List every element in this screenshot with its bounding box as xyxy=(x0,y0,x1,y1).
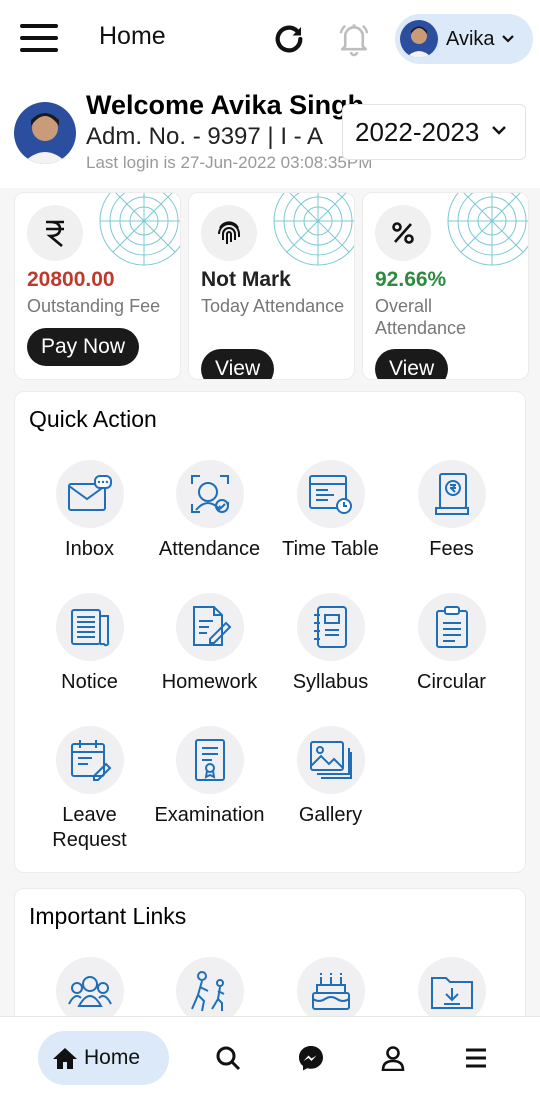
bottom-navigation: Home xyxy=(0,1016,540,1096)
chevron-down-icon xyxy=(491,123,507,141)
quick-action-label: Circular xyxy=(417,671,486,693)
user-menu-chip[interactable]: Avika xyxy=(395,14,533,64)
quick-action-label: Fees xyxy=(429,538,474,560)
circular-icon xyxy=(417,593,486,661)
hiking-icon xyxy=(175,957,244,1025)
today-attendance-view-button[interactable]: View xyxy=(201,349,275,379)
quick-action-examination[interactable]: Examination xyxy=(149,726,270,828)
download-folder-icon xyxy=(417,957,486,1025)
quick-action-leave-request[interactable]: Leave Request xyxy=(29,726,150,853)
quick-action-label: Notice xyxy=(61,671,118,693)
percent-icon xyxy=(375,205,431,261)
homework-icon xyxy=(175,593,244,661)
quick-action-circular[interactable]: Circular xyxy=(391,593,512,695)
search-icon[interactable] xyxy=(215,1045,241,1071)
notice-icon xyxy=(55,593,124,661)
student-avatar xyxy=(14,102,76,164)
quick-action-inbox[interactable]: Inbox xyxy=(29,460,150,562)
quick-action-syllabus[interactable]: Syllabus xyxy=(270,593,391,695)
quick-action-label: Gallery xyxy=(298,804,363,826)
bell-icon[interactable] xyxy=(336,20,372,58)
group-icon xyxy=(55,957,124,1025)
welcome-name: Welcome Avika Singh xyxy=(86,90,365,120)
overall-attendance-value: 92.66% xyxy=(375,268,447,291)
quick-action-gallery[interactable]: Gallery xyxy=(270,726,391,828)
quick-action-label: Inbox xyxy=(65,538,114,560)
quick-action-label: Leave Request xyxy=(52,804,127,851)
profile-icon[interactable] xyxy=(380,1045,406,1071)
important-link-group[interactable] xyxy=(29,957,150,1025)
mandala-decoration xyxy=(99,193,180,266)
important-links-title: Important Links xyxy=(29,903,187,929)
important-link-download[interactable] xyxy=(391,957,512,1025)
important-link-birthday[interactable] xyxy=(270,957,391,1025)
timetable-icon xyxy=(296,460,365,528)
gallery-icon xyxy=(296,726,365,794)
session-dropdown[interactable]: 2022-2023 xyxy=(342,104,526,160)
today-attendance-label: Today Attendance xyxy=(201,296,345,316)
session-value: 2022-2023 xyxy=(355,116,480,147)
overall-attendance-label: Overall Attendance xyxy=(375,296,467,338)
birthday-cake-icon xyxy=(296,957,365,1025)
refresh-icon[interactable] xyxy=(272,22,306,56)
messenger-icon[interactable] xyxy=(298,1045,324,1071)
important-link-hiking[interactable] xyxy=(149,957,270,1025)
mandala-decoration xyxy=(447,193,528,266)
fees-icon xyxy=(417,460,486,528)
outstanding-fee-card: 20800.00 Outstanding Fee Pay Now xyxy=(14,192,181,380)
overall-attendance-view-button[interactable]: View xyxy=(375,349,449,379)
quick-action-timetable[interactable]: Time Table xyxy=(270,460,391,562)
page-title: Home xyxy=(99,22,166,50)
inbox-icon xyxy=(55,460,124,528)
today-attendance-card: Not Mark Today Attendance View xyxy=(188,192,355,380)
hamburger-icon[interactable] xyxy=(20,24,58,52)
quick-action-label: Attendance xyxy=(158,538,261,560)
menu-icon[interactable] xyxy=(463,1045,489,1071)
pay-now-button[interactable]: Pay Now xyxy=(27,328,140,366)
last-login: Last login is 27-Jun-2022 03:08:35PM xyxy=(86,153,373,172)
mandala-decoration xyxy=(273,193,354,266)
top-app-bar: Home Avika xyxy=(0,0,540,78)
user-name: Avika xyxy=(446,27,495,50)
nav-home-label: Home xyxy=(84,1046,141,1069)
today-attendance-value: Not Mark xyxy=(201,268,291,291)
quick-action-title: Quick Action xyxy=(29,406,157,432)
nav-home-button[interactable]: Home xyxy=(38,1031,169,1085)
outstanding-fee-value: 20800.00 xyxy=(27,268,115,291)
leave-request-icon xyxy=(55,726,124,794)
examination-icon xyxy=(175,726,244,794)
admission-number: Adm. No. - 9397 | I - A xyxy=(86,123,323,150)
chevron-down-icon xyxy=(501,31,515,47)
quick-action-attendance[interactable]: Attendance xyxy=(149,460,270,562)
home-icon xyxy=(53,1048,77,1069)
quick-action-homework[interactable]: Homework xyxy=(149,593,270,695)
quick-action-label: Syllabus xyxy=(292,671,369,693)
attendance-icon xyxy=(175,460,244,528)
fingerprint-icon xyxy=(201,205,257,261)
rupee-icon xyxy=(27,205,83,261)
overall-attendance-card: 92.66% Overall Attendance View xyxy=(362,192,529,380)
quick-action-label: Examination xyxy=(154,804,265,826)
syllabus-icon xyxy=(296,593,365,661)
quick-action-fees[interactable]: Fees xyxy=(391,460,512,562)
quick-action-label: Time Table xyxy=(282,538,379,560)
avatar xyxy=(400,20,438,58)
quick-action-label: Homework xyxy=(161,671,258,693)
outstanding-fee-label: Outstanding Fee xyxy=(27,296,161,316)
quick-action-panel: Quick Action Inbox Attendance Time Table… xyxy=(14,391,526,873)
quick-action-notice[interactable]: Notice xyxy=(29,593,150,695)
